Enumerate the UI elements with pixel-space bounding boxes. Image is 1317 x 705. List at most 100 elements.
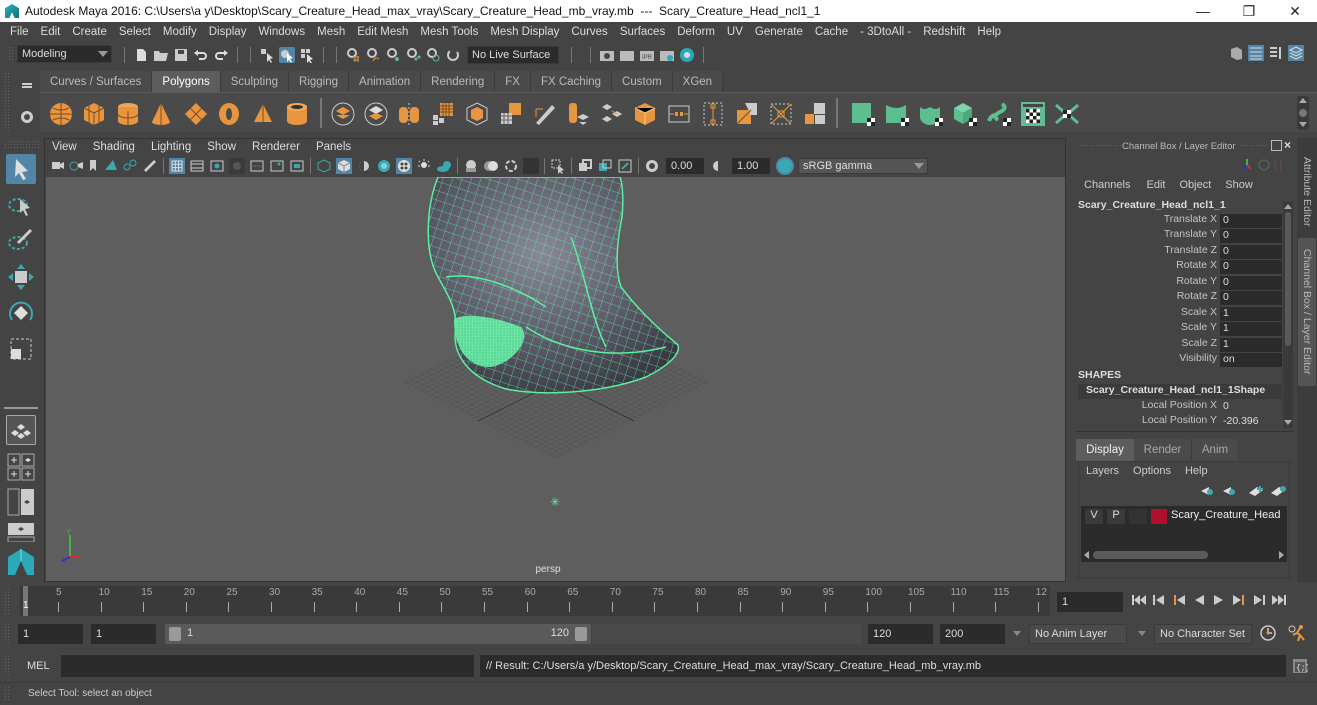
combine-icon[interactable] xyxy=(330,101,356,127)
channel-box-layer-editor-tab[interactable]: Channel Box / Layer Editor xyxy=(1298,238,1316,386)
toolbox-drag-handle[interactable] xyxy=(4,140,40,148)
shelf-tab-xgen[interactable]: XGen xyxy=(672,71,724,92)
viewport-persp[interactable]: ✳ Y persp xyxy=(46,177,1065,581)
panel-drag-handle-right[interactable] xyxy=(1240,144,1268,148)
channel-translate-y[interactable]: Translate Y0 xyxy=(1072,228,1282,243)
modeling-toolkit-icon[interactable] xyxy=(1228,45,1244,61)
shelf-menu-icon[interactable] xyxy=(22,83,32,85)
shape-node-name[interactable]: Scary_Creature_Head_ncl1_1Shape xyxy=(1078,384,1282,399)
color-management-toggle-icon[interactable] xyxy=(776,157,794,175)
close-panel-icon[interactable]: × xyxy=(1284,138,1291,152)
go-to-start-icon[interactable] xyxy=(1131,592,1147,608)
grid-toggle-icon[interactable] xyxy=(169,158,185,174)
layer-color-swatch[interactable] xyxy=(1151,509,1167,524)
panel-menu-shading[interactable]: Shading xyxy=(85,141,143,153)
lasso-tool-icon[interactable] xyxy=(6,190,36,220)
menu-cache[interactable]: Cache xyxy=(809,26,854,38)
menu-select[interactable]: Select xyxy=(113,26,157,38)
scroll-down-icon[interactable] xyxy=(1284,420,1292,425)
render-current-frame-icon[interactable] xyxy=(619,47,635,63)
channel-value[interactable]: 1 xyxy=(1220,322,1282,336)
shelf-settings-gear-icon[interactable] xyxy=(21,111,33,123)
channel-visibility[interactable]: Visibility on xyxy=(1072,352,1282,367)
poly-pyramid-icon[interactable] xyxy=(250,101,276,127)
play-backwards-icon[interactable] xyxy=(1191,592,1207,608)
animation-end-field[interactable]: 200 xyxy=(940,624,1005,644)
screen-space-ao-icon[interactable] xyxy=(463,158,479,174)
save-scene-icon[interactable] xyxy=(173,47,189,63)
exposure-field[interactable]: 0.00 xyxy=(666,158,704,174)
paint-select-tool-icon[interactable] xyxy=(6,225,36,255)
panel-menu-panels[interactable]: Panels xyxy=(308,141,359,153)
menu-help[interactable]: Help xyxy=(971,26,1007,38)
shelf-tab-fx[interactable]: FX xyxy=(495,71,531,92)
play-forwards-icon[interactable] xyxy=(1211,592,1227,608)
scroll-left-icon[interactable] xyxy=(1084,551,1089,559)
channel-value[interactable]: 0 xyxy=(1220,400,1282,414)
range-slider[interactable]: 1 120 xyxy=(165,624,591,644)
layer-name[interactable]: Scary_Creature_Head xyxy=(1171,509,1280,521)
textured-icon[interactable] xyxy=(396,158,412,174)
rotate-tool-icon[interactable] xyxy=(6,298,36,328)
uv-layout-icon[interactable] xyxy=(1054,101,1080,127)
xray-icon[interactable] xyxy=(577,158,593,174)
cylindrical-uv-icon[interactable] xyxy=(884,101,910,127)
channel-scale-z[interactable]: Scale Z1 xyxy=(1072,337,1282,352)
layer-menu-layers[interactable]: Layers xyxy=(1086,465,1133,477)
channel-value[interactable]: 0 xyxy=(1220,229,1282,243)
poly-torus-icon[interactable] xyxy=(216,101,242,127)
channel-menu-show[interactable]: Show xyxy=(1225,179,1253,191)
panel-drag-handle[interactable] xyxy=(1080,144,1122,148)
move-tool-icon[interactable] xyxy=(6,262,36,292)
layer-playback-toggle[interactable]: P xyxy=(1107,509,1125,524)
quad-draw-icon[interactable] xyxy=(802,101,828,127)
unfold-uv-icon[interactable] xyxy=(986,101,1012,127)
spherical-uv-icon[interactable] xyxy=(918,101,944,127)
scrollbar-thumb[interactable] xyxy=(1093,551,1208,559)
fill-hole-icon[interactable] xyxy=(666,101,692,127)
layer-menu-options[interactable]: Options xyxy=(1133,465,1185,477)
single-perspective-view-icon[interactable] xyxy=(6,415,36,445)
scroll-right-icon[interactable] xyxy=(1279,551,1284,559)
channel-value[interactable]: 0 xyxy=(1220,291,1282,305)
camera-attributes-icon[interactable] xyxy=(68,158,84,174)
layer-menu-help[interactable]: Help xyxy=(1185,465,1208,477)
film-gate-icon[interactable] xyxy=(189,158,205,174)
panel-menu-view[interactable]: View xyxy=(44,141,85,153)
menu-mesh-display[interactable]: Mesh Display xyxy=(484,26,565,38)
redo-icon[interactable] xyxy=(213,47,229,63)
shelf-tab-rendering[interactable]: Rendering xyxy=(421,71,496,92)
minimize-button[interactable]: — xyxy=(1180,0,1226,22)
scrollbar-thumb[interactable] xyxy=(1285,212,1291,346)
menu-edit-mesh[interactable]: Edit Mesh xyxy=(351,26,414,38)
mirror-icon[interactable] xyxy=(734,101,760,127)
new-layer-from-selected-icon[interactable] xyxy=(1271,486,1286,496)
playback-start-field[interactable]: 1 xyxy=(91,624,156,644)
toggle-channel-box-icon[interactable] xyxy=(1288,45,1304,61)
safe-action-icon[interactable] xyxy=(269,158,285,174)
step-forward-key-icon[interactable] xyxy=(1231,592,1247,608)
channel-value[interactable]: 0 xyxy=(1220,260,1282,274)
time-slider-handle[interactable] xyxy=(4,588,10,614)
shelf-scroll-control[interactable] xyxy=(1297,96,1309,130)
script-language-toggle[interactable]: MEL xyxy=(27,660,50,672)
channel-menu-edit[interactable]: Edit xyxy=(1146,179,1179,191)
menu-display[interactable]: Display xyxy=(203,26,253,38)
poly-pipe-icon[interactable] xyxy=(284,101,310,127)
menu-curves[interactable]: Curves xyxy=(565,26,613,38)
scary-creature-head-mesh[interactable] xyxy=(427,177,680,394)
move-layer-down-icon[interactable] xyxy=(1223,487,1235,495)
make-live-icon[interactable] xyxy=(425,47,441,63)
channel-scale-y[interactable]: Scale Y1 xyxy=(1072,321,1282,336)
select-tool-icon[interactable] xyxy=(6,154,36,184)
maya-home-icon[interactable] xyxy=(6,547,36,579)
poly-plane-icon[interactable] xyxy=(183,101,209,127)
channel-value[interactable]: on xyxy=(1220,353,1282,367)
2d-pan-zoom-icon[interactable] xyxy=(122,158,138,174)
channel-value[interactable]: 1 xyxy=(1220,338,1282,352)
time-slider[interactable]: 1 5 10 15 20 25 30 35 40 45 50 55 60 65 70 75 80 85 90 95 1… xyxy=(20,586,1050,616)
channel-box-mode-icons[interactable] xyxy=(1237,156,1287,174)
render-view-icon[interactable] xyxy=(599,47,615,63)
channel-value[interactable]: 0 xyxy=(1220,276,1282,290)
menu-generate[interactable]: Generate xyxy=(749,26,809,38)
